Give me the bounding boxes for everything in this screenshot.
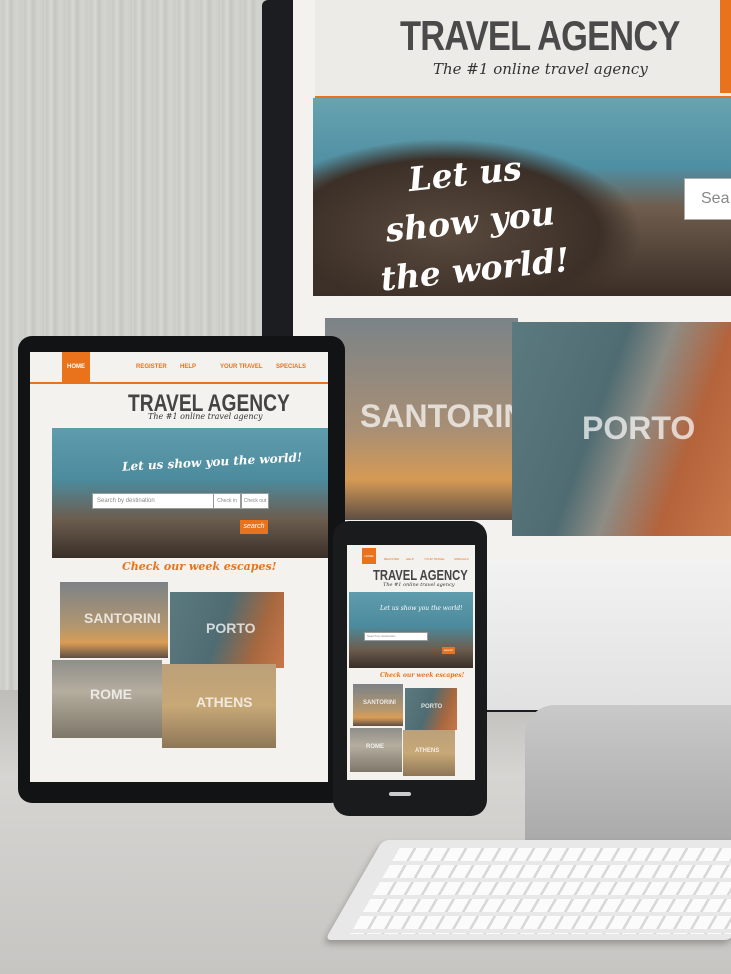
phone-nav-your-travel[interactable]: YOUR TRAVEL xyxy=(424,557,445,561)
tablet-card-porto[interactable]: PORTO xyxy=(170,592,284,668)
nav-item-home[interactable]: HOME xyxy=(62,352,90,382)
monitor-site-title[interactable]: TRAVEL AGENCY xyxy=(400,12,680,60)
phone-home-button[interactable] xyxy=(389,792,411,796)
tablet-search-button[interactable]: search xyxy=(240,520,268,534)
tablet-card-rome[interactable]: ROME xyxy=(52,660,162,738)
nav-item-your-travel[interactable]: YOUR TRAVEL xyxy=(220,364,263,370)
card-label: SANTORINI xyxy=(360,398,518,434)
card-label: PORTO xyxy=(206,620,256,636)
monitor-header-accent xyxy=(720,0,731,93)
monitor-search-input[interactable]: Sea xyxy=(684,178,731,220)
monitor-stand xyxy=(525,705,731,845)
card-label: ROME xyxy=(366,744,384,750)
nav-item-register[interactable]: REGISTER xyxy=(136,364,167,370)
card-label: PORTO xyxy=(582,410,696,446)
tablet-card-santorini[interactable]: SANTORINI xyxy=(60,582,168,658)
monitor-hero-text: Let us show you the world! xyxy=(378,148,572,299)
phone-escapes-heading: Check our week escapes! xyxy=(380,672,465,679)
phone-hero-text: Let us show you the world! xyxy=(380,605,463,612)
phone-hero-image xyxy=(349,592,473,668)
phone-nav-register[interactable]: REGISTER xyxy=(384,557,399,561)
keyboard-keys xyxy=(350,848,731,934)
phone-card-porto[interactable]: PORTO xyxy=(405,688,457,730)
monitor-destination-card-santorini[interactable]: SANTORINI xyxy=(325,318,518,520)
phone-search-input[interactable]: Search by destination xyxy=(364,632,428,641)
phone-nav-specials[interactable]: SPECIALS xyxy=(454,557,469,561)
phone-site-tagline: The #1 online travel agency xyxy=(383,582,455,588)
phone-card-santorini[interactable]: SANTORINI xyxy=(353,684,403,726)
tablet-checkin-field[interactable]: Check in xyxy=(213,493,241,509)
card-label: ATHENS xyxy=(415,748,440,754)
card-label: ATHENS xyxy=(196,694,253,710)
phone-card-rome[interactable]: ROME xyxy=(350,728,402,772)
card-label: ROME xyxy=(90,686,132,702)
tablet-escapes-heading: Check our week escapes! xyxy=(122,560,277,573)
tablet-site-tagline: The #1 online travel agency xyxy=(148,412,263,421)
card-label: SANTORINI xyxy=(363,700,396,706)
phone-card-athens[interactable]: ATHENS xyxy=(403,730,455,776)
tablet-checkout-field[interactable]: Check out xyxy=(241,493,269,509)
card-label: SANTORINI xyxy=(84,610,161,626)
card-label: PORTO xyxy=(421,704,443,710)
phone-nav-help[interactable]: HELP xyxy=(406,557,414,561)
monitor-destination-card-porto[interactable]: PORTO xyxy=(512,322,731,536)
tablet-card-athens[interactable]: ATHENS xyxy=(162,664,276,748)
nav-item-specials[interactable]: SPECIALS xyxy=(276,364,306,370)
phone-search-button[interactable]: search xyxy=(442,647,455,654)
tablet-search-input[interactable]: Search by destination xyxy=(92,493,216,509)
monitor-site-tagline: The #1 online travel agency xyxy=(433,60,648,78)
phone-nav-home[interactable]: HOME xyxy=(362,548,376,564)
nav-item-help[interactable]: HELP xyxy=(180,364,196,370)
